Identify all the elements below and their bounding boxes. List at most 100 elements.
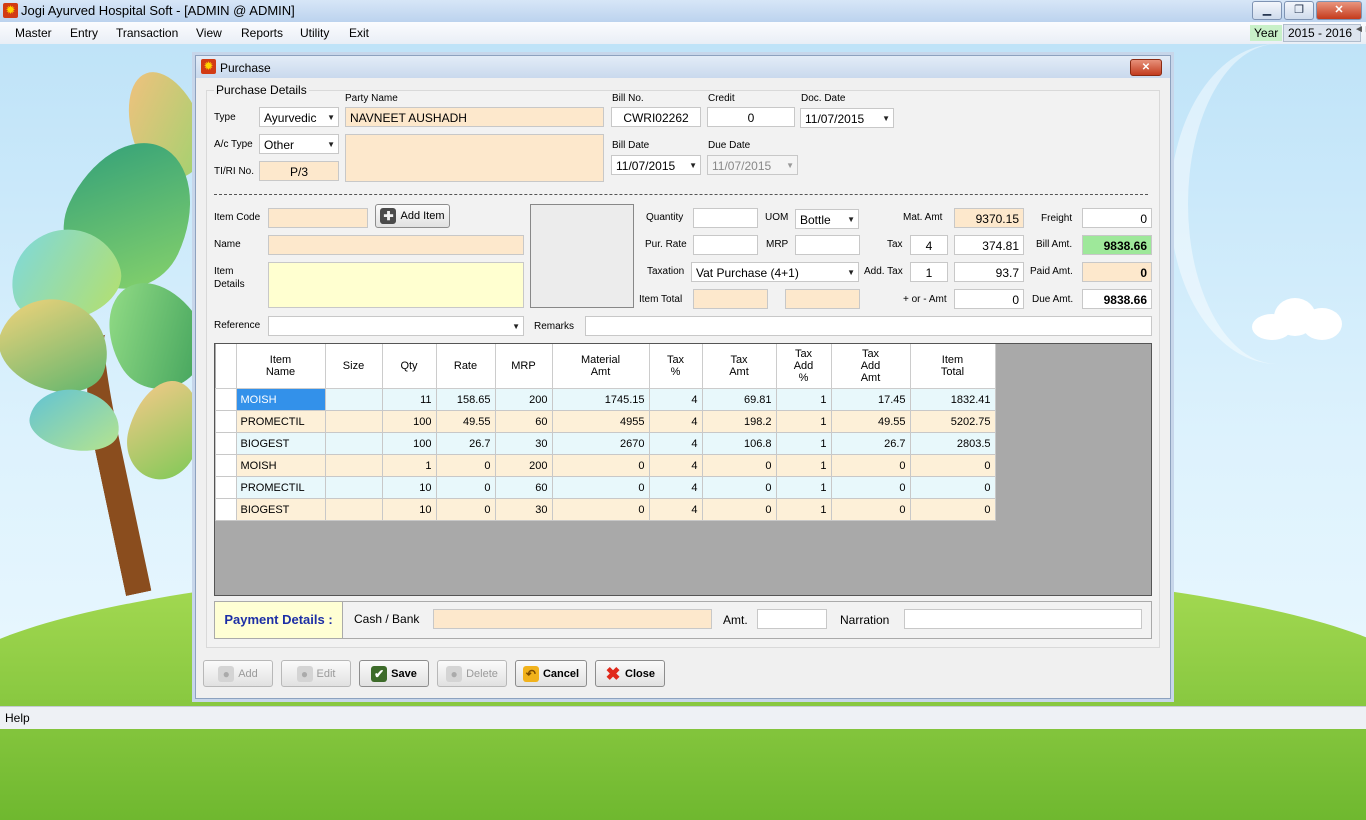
- table-cell[interactable]: [324, 410, 383, 433]
- mat-amt-field[interactable]: 9370.15: [954, 208, 1024, 228]
- app-close-button[interactable]: ✕: [1316, 1, 1362, 20]
- col-tax-add-pct[interactable]: Tax Add%: [776, 344, 832, 389]
- remarks-field[interactable]: [585, 316, 1152, 336]
- edit-button[interactable]: ● Edit: [281, 660, 351, 687]
- table-cell[interactable]: 0: [909, 454, 996, 477]
- table-cell[interactable]: 1: [775, 388, 832, 411]
- table-cell[interactable]: 106.8: [701, 432, 777, 455]
- table-cell[interactable]: 1: [775, 432, 832, 455]
- table-cell[interactable]: [324, 388, 383, 411]
- table-cell[interactable]: 30: [494, 498, 553, 521]
- menu-master[interactable]: Master: [15, 26, 52, 40]
- table-cell[interactable]: 0: [701, 476, 777, 499]
- close-button[interactable]: ✖ Close: [595, 660, 665, 687]
- table-cell[interactable]: 60: [494, 410, 553, 433]
- table-cell[interactable]: 69.81: [701, 388, 777, 411]
- table-cell[interactable]: 4: [648, 476, 703, 499]
- table-cell[interactable]: [324, 476, 383, 499]
- table-cell[interactable]: MOISH: [235, 388, 326, 411]
- cash-bank-field[interactable]: [433, 609, 712, 629]
- table-cell[interactable]: [324, 498, 383, 521]
- table-cell[interactable]: 10: [381, 476, 437, 499]
- table-cell[interactable]: PROMECTIL: [235, 410, 326, 433]
- table-cell[interactable]: 158.65: [435, 388, 496, 411]
- table-cell[interactable]: 100: [381, 410, 437, 433]
- col-item-name[interactable]: Item Name: [236, 344, 326, 389]
- grid-row-header[interactable]: [215, 454, 237, 477]
- table-cell[interactable]: 0: [701, 498, 777, 521]
- menu-reports[interactable]: Reports: [241, 26, 283, 40]
- table-cell[interactable]: 4: [648, 388, 703, 411]
- table-cell[interactable]: BIOGEST: [235, 432, 326, 455]
- paid-amt-field[interactable]: 0: [1082, 262, 1152, 282]
- table-cell[interactable]: 0: [551, 498, 650, 521]
- col-tax-pct[interactable]: Tax%: [649, 344, 703, 389]
- table-cell[interactable]: [324, 454, 383, 477]
- col-rate[interactable]: Rate: [436, 344, 496, 389]
- table-cell[interactable]: 0: [830, 454, 911, 477]
- table-cell[interactable]: 0: [909, 476, 996, 499]
- table-row[interactable]: PROMECTIL 100 49.55 60 4955 4 198.2 1 49.55 5202.…: [215, 410, 996, 433]
- table-cell[interactable]: 10: [381, 498, 437, 521]
- plus-minus-field[interactable]: 0: [954, 289, 1024, 309]
- cancel-button[interactable]: ↶ Cancel: [515, 660, 587, 687]
- tiri-field[interactable]: P/3: [259, 161, 339, 181]
- table-cell[interactable]: 2803.5: [909, 432, 996, 455]
- menu-transaction[interactable]: Transaction: [116, 26, 178, 40]
- tax-amt-field[interactable]: 374.81: [954, 235, 1024, 255]
- items-grid[interactable]: Item Name Size Qty Rate MRP Material Amt T…: [214, 343, 1152, 596]
- menu-exit[interactable]: Exit: [349, 26, 369, 40]
- quantity-field[interactable]: [693, 208, 758, 228]
- bill-no-field[interactable]: CWRI02262: [611, 107, 701, 127]
- maximize-button[interactable]: ❐: [1284, 1, 1314, 20]
- credit-field[interactable]: 0: [707, 107, 795, 127]
- table-cell[interactable]: 5202.75: [909, 410, 996, 433]
- pur-rate-field[interactable]: [693, 235, 758, 255]
- grid-row-header[interactable]: [215, 432, 237, 455]
- table-cell[interactable]: 0: [830, 498, 911, 521]
- table-cell[interactable]: 200: [494, 454, 553, 477]
- menu-utility[interactable]: Utility: [300, 26, 329, 40]
- table-cell[interactable]: 26.7: [435, 432, 496, 455]
- table-row[interactable]: BIOGEST 10 0 30 0 4 0 1 0 0: [215, 498, 996, 521]
- table-cell[interactable]: 4: [648, 498, 703, 521]
- table-cell[interactable]: 0: [830, 476, 911, 499]
- table-cell[interactable]: 0: [435, 476, 496, 499]
- table-cell[interactable]: PROMECTIL: [235, 476, 326, 499]
- table-cell[interactable]: 4: [648, 432, 703, 455]
- table-cell[interactable]: 1745.15: [551, 388, 650, 411]
- bill-date-picker[interactable]: 11/07/2015: [611, 155, 701, 175]
- amt-field[interactable]: [757, 609, 827, 629]
- add-tax-amt-field[interactable]: 93.7: [954, 262, 1024, 282]
- item-total-tax-field[interactable]: [785, 289, 860, 309]
- table-cell[interactable]: 49.55: [435, 410, 496, 433]
- item-total-field[interactable]: [693, 289, 768, 309]
- item-name-field[interactable]: [268, 235, 524, 255]
- table-cell[interactable]: 1: [775, 476, 832, 499]
- table-cell[interactable]: 1: [381, 454, 437, 477]
- col-qty[interactable]: Qty: [382, 344, 437, 389]
- minimize-button[interactable]: ▁: [1252, 1, 1282, 20]
- table-cell[interactable]: 198.2: [701, 410, 777, 433]
- table-cell[interactable]: 4: [648, 454, 703, 477]
- table-cell[interactable]: [324, 432, 383, 455]
- uom-select[interactable]: Bottle: [795, 209, 859, 229]
- table-cell[interactable]: 0: [551, 476, 650, 499]
- item-code-field[interactable]: [268, 208, 368, 228]
- narration-field[interactable]: [904, 609, 1142, 629]
- table-cell[interactable]: 30: [494, 432, 553, 455]
- table-cell[interactable]: 26.7: [830, 432, 911, 455]
- table-cell[interactable]: 0: [551, 454, 650, 477]
- save-button[interactable]: ✔ Save: [359, 660, 429, 687]
- table-cell[interactable]: MOISH: [235, 454, 326, 477]
- tax-pct-field[interactable]: 4: [910, 235, 948, 255]
- table-cell[interactable]: 11: [381, 388, 437, 411]
- add-item-button[interactable]: ✚ Add Item: [375, 204, 450, 228]
- delete-button[interactable]: ● Delete: [437, 660, 507, 687]
- help-label[interactable]: Help: [5, 711, 30, 725]
- actype-select[interactable]: Other: [259, 134, 339, 154]
- col-tax-amt[interactable]: Tax Amt: [702, 344, 777, 389]
- col-tax-add-amt[interactable]: Tax Add Amt: [831, 344, 911, 389]
- grid-row-header[interactable]: [215, 388, 237, 411]
- table-row[interactable]: PROMECTIL 10 0 60 0 4 0 1 0 0: [215, 476, 996, 499]
